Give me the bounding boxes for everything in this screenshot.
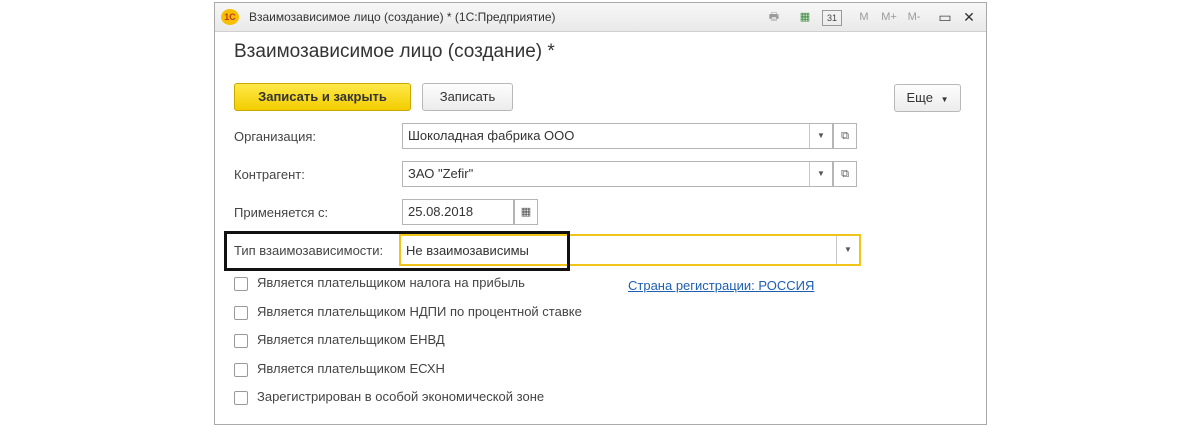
checkbox-eshn[interactable] bbox=[234, 363, 248, 377]
calendar-icon: ▦ bbox=[520, 206, 532, 218]
restore-icon[interactable]: ▭ bbox=[937, 8, 953, 26]
checkbox-profit-tax[interactable] bbox=[234, 277, 248, 291]
open-counterparty-button[interactable]: ⧉ bbox=[833, 161, 857, 187]
memory-mplus-icon[interactable]: M+ bbox=[879, 8, 899, 26]
memory-mminus-icon[interactable]: M- bbox=[904, 8, 924, 26]
save-button[interactable]: Записать bbox=[422, 83, 513, 111]
chevron-down-icon[interactable]: ▼ bbox=[809, 162, 832, 186]
form-title: Взаимозависимое лицо (создание) * bbox=[234, 41, 555, 62]
form-window: 1С Взаимозависимое лицо (создание) * (1С… bbox=[214, 2, 987, 425]
calendar-icon[interactable]: 31 bbox=[822, 10, 842, 26]
date-picker-button[interactable]: ▦ bbox=[514, 199, 538, 225]
checkbox-label: Является плательщиком ЕНВД bbox=[257, 332, 445, 347]
applies-from-value: 25.08.2018 bbox=[408, 204, 474, 219]
applies-from-date-field[interactable]: 25.08.2018 bbox=[402, 199, 514, 225]
close-icon[interactable]: ✕ bbox=[961, 8, 977, 26]
more-button[interactable]: Еще ▼ bbox=[894, 84, 961, 112]
organization-field[interactable]: Шоколадная фабрика ООО ▼ bbox=[402, 123, 833, 149]
chevron-down-icon: ▼ bbox=[940, 95, 949, 104]
checkbox-mineral-tax[interactable] bbox=[234, 306, 248, 320]
chevron-down-icon[interactable]: ▼ bbox=[809, 124, 832, 148]
checkbox-special-economic-zone[interactable] bbox=[234, 391, 248, 405]
highlight-frame bbox=[224, 231, 570, 271]
checkbox-label: Является плательщиком ЕСХН bbox=[257, 361, 445, 376]
print-icon[interactable]: 🖶 bbox=[765, 8, 783, 26]
chevron-down-icon[interactable]: ▼ bbox=[836, 236, 859, 264]
open-organization-button[interactable]: ⧉ bbox=[833, 123, 857, 149]
window-title: Взаимозависимое лицо (создание) * (1С:Пр… bbox=[249, 10, 556, 24]
counterparty-field[interactable]: ЗАО "Zefir" ▼ bbox=[402, 161, 833, 187]
memory-m-icon[interactable]: M bbox=[857, 8, 871, 26]
counterparty-value: ЗАО "Zefir" bbox=[408, 166, 474, 181]
applies-from-label: Применяется с: bbox=[234, 205, 329, 220]
save-and-close-button[interactable]: Записать и закрыть bbox=[234, 83, 411, 111]
checkbox-label: Зарегистрирован в особой экономической з… bbox=[257, 389, 545, 404]
open-form-icon: ⧉ bbox=[841, 168, 849, 180]
checkbox-label: Является плательщиком НДПИ по процентной… bbox=[257, 304, 582, 319]
app-logo-icon: 1С bbox=[221, 9, 239, 25]
checkbox-envd[interactable] bbox=[234, 334, 248, 348]
organization-value: Шоколадная фабрика ООО bbox=[408, 128, 575, 143]
calculator-icon[interactable]: ▦ bbox=[796, 8, 814, 26]
registration-country-link[interactable]: Страна регистрации: РОССИЯ bbox=[628, 278, 814, 293]
open-form-icon: ⧉ bbox=[841, 130, 849, 142]
counterparty-label: Контрагент: bbox=[234, 167, 305, 182]
more-button-label: Еще bbox=[906, 90, 933, 105]
title-bar: 1С Взаимозависимое лицо (создание) * (1С… bbox=[215, 3, 986, 32]
checkbox-label: Является плательщиком налога на прибыль bbox=[257, 275, 525, 290]
organization-label: Организация: bbox=[234, 129, 317, 144]
